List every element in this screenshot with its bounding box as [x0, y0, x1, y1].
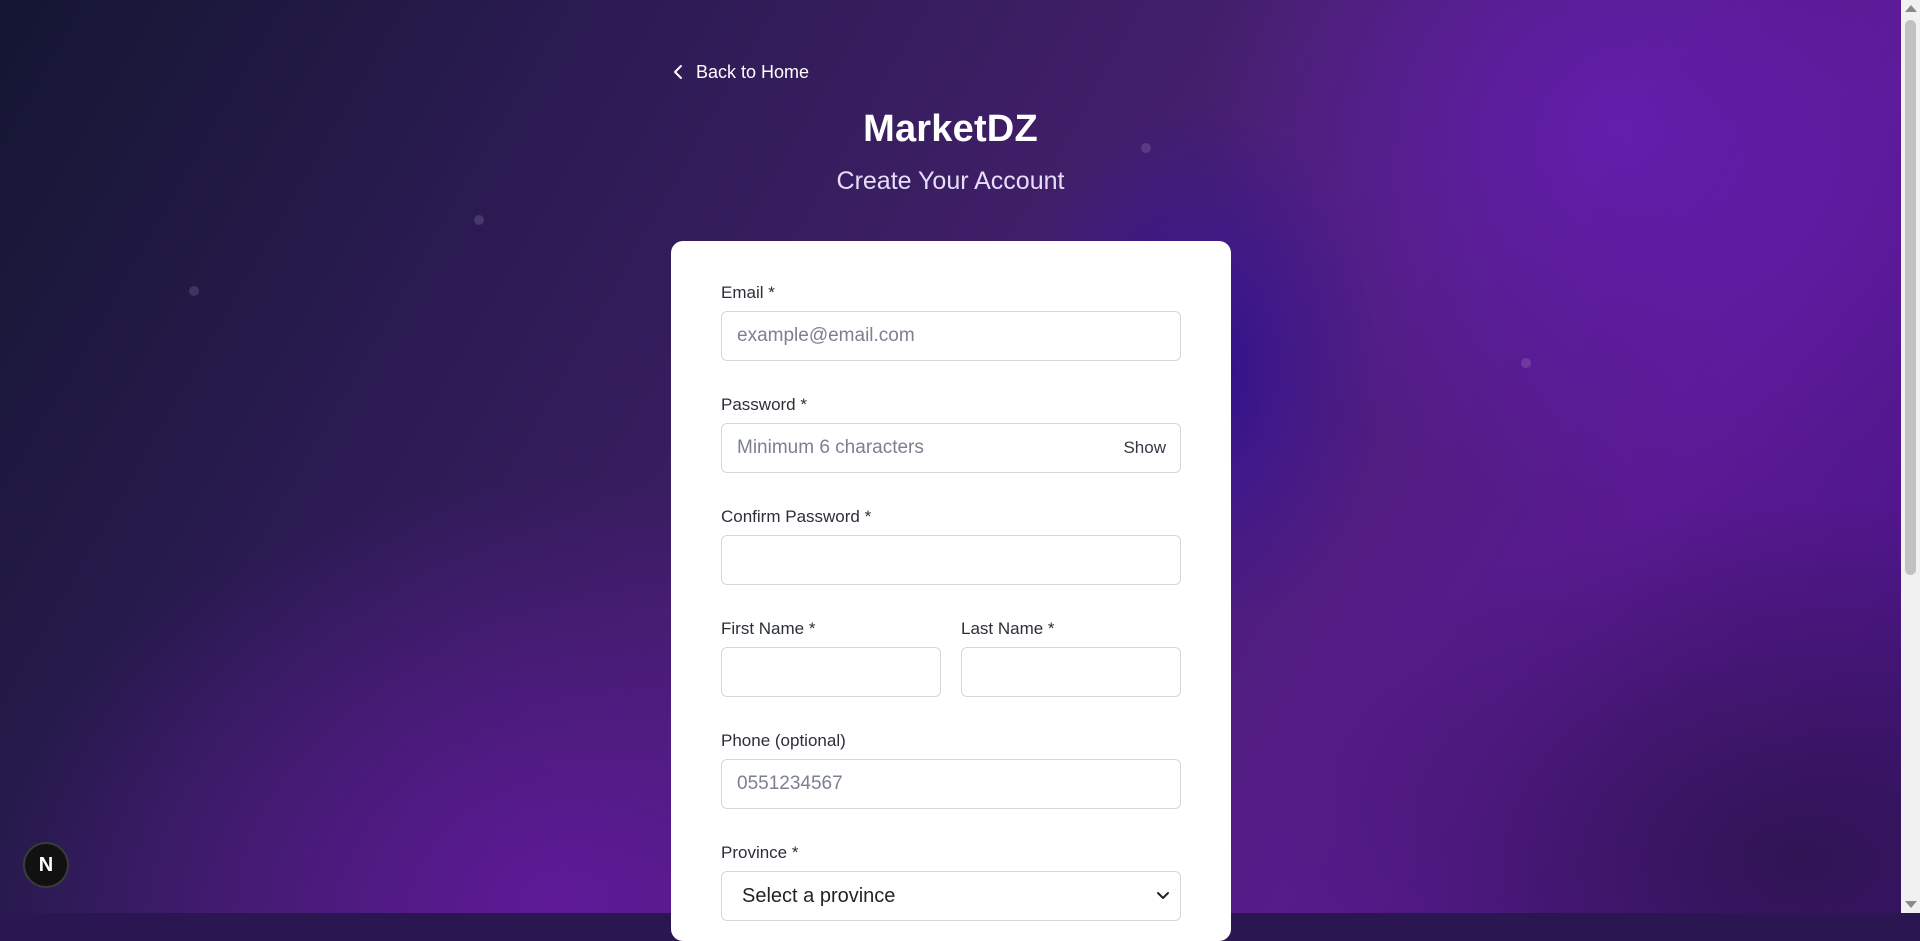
- background-dot: [474, 215, 484, 225]
- confirm-password-field-wrapper: [721, 535, 1181, 585]
- vertical-scrollbar[interactable]: [1901, 0, 1920, 913]
- back-to-home-label: Back to Home: [696, 61, 810, 82]
- province-selected-value: Select a province: [742, 884, 896, 907]
- scrollbar-thumb[interactable]: [1905, 20, 1916, 575]
- registration-card: Email * Password * Show Confirm Password…: [671, 241, 1231, 941]
- back-to-home-link[interactable]: Back to Home: [672, 60, 809, 84]
- email-input[interactable]: [722, 312, 1180, 360]
- last-name-label: Last Name *: [961, 619, 1055, 638]
- background-dot: [1521, 358, 1531, 368]
- brand-title: MarketDZ: [863, 108, 1038, 150]
- email-field-wrapper: [721, 311, 1181, 361]
- phone-input[interactable]: [722, 760, 1180, 808]
- nextjs-dev-indicator-button[interactable]: N: [23, 842, 69, 888]
- last-name-field-wrapper: [961, 647, 1181, 697]
- confirm-password-input[interactable]: [722, 536, 1180, 584]
- province-label: Province *: [721, 843, 799, 862]
- background-dot: [189, 286, 199, 296]
- phone-label: Phone (optional): [721, 731, 846, 750]
- page-subtitle: Create Your Account: [836, 167, 1065, 195]
- chevron-down-icon: [1157, 892, 1169, 899]
- scroll-down-arrow-icon[interactable]: [1905, 901, 1917, 908]
- password-label: Password *: [721, 395, 807, 414]
- dev-indicator-letter: N: [38, 853, 54, 876]
- last-name-input[interactable]: [962, 648, 1180, 696]
- first-name-input[interactable]: [722, 648, 940, 696]
- password-field-wrapper: Show: [721, 423, 1181, 473]
- first-name-label: First Name *: [721, 619, 816, 638]
- show-password-button[interactable]: Show: [1123, 424, 1166, 472]
- first-name-field-wrapper: [721, 647, 941, 697]
- password-input[interactable]: [722, 424, 1180, 472]
- confirm-password-label: Confirm Password *: [721, 507, 872, 526]
- scroll-up-arrow-icon[interactable]: [1905, 5, 1917, 12]
- phone-field-wrapper: [721, 759, 1181, 809]
- chevron-left-icon: [674, 65, 682, 79]
- email-label: Email *: [721, 283, 775, 302]
- province-select[interactable]: Select a province: [721, 871, 1181, 921]
